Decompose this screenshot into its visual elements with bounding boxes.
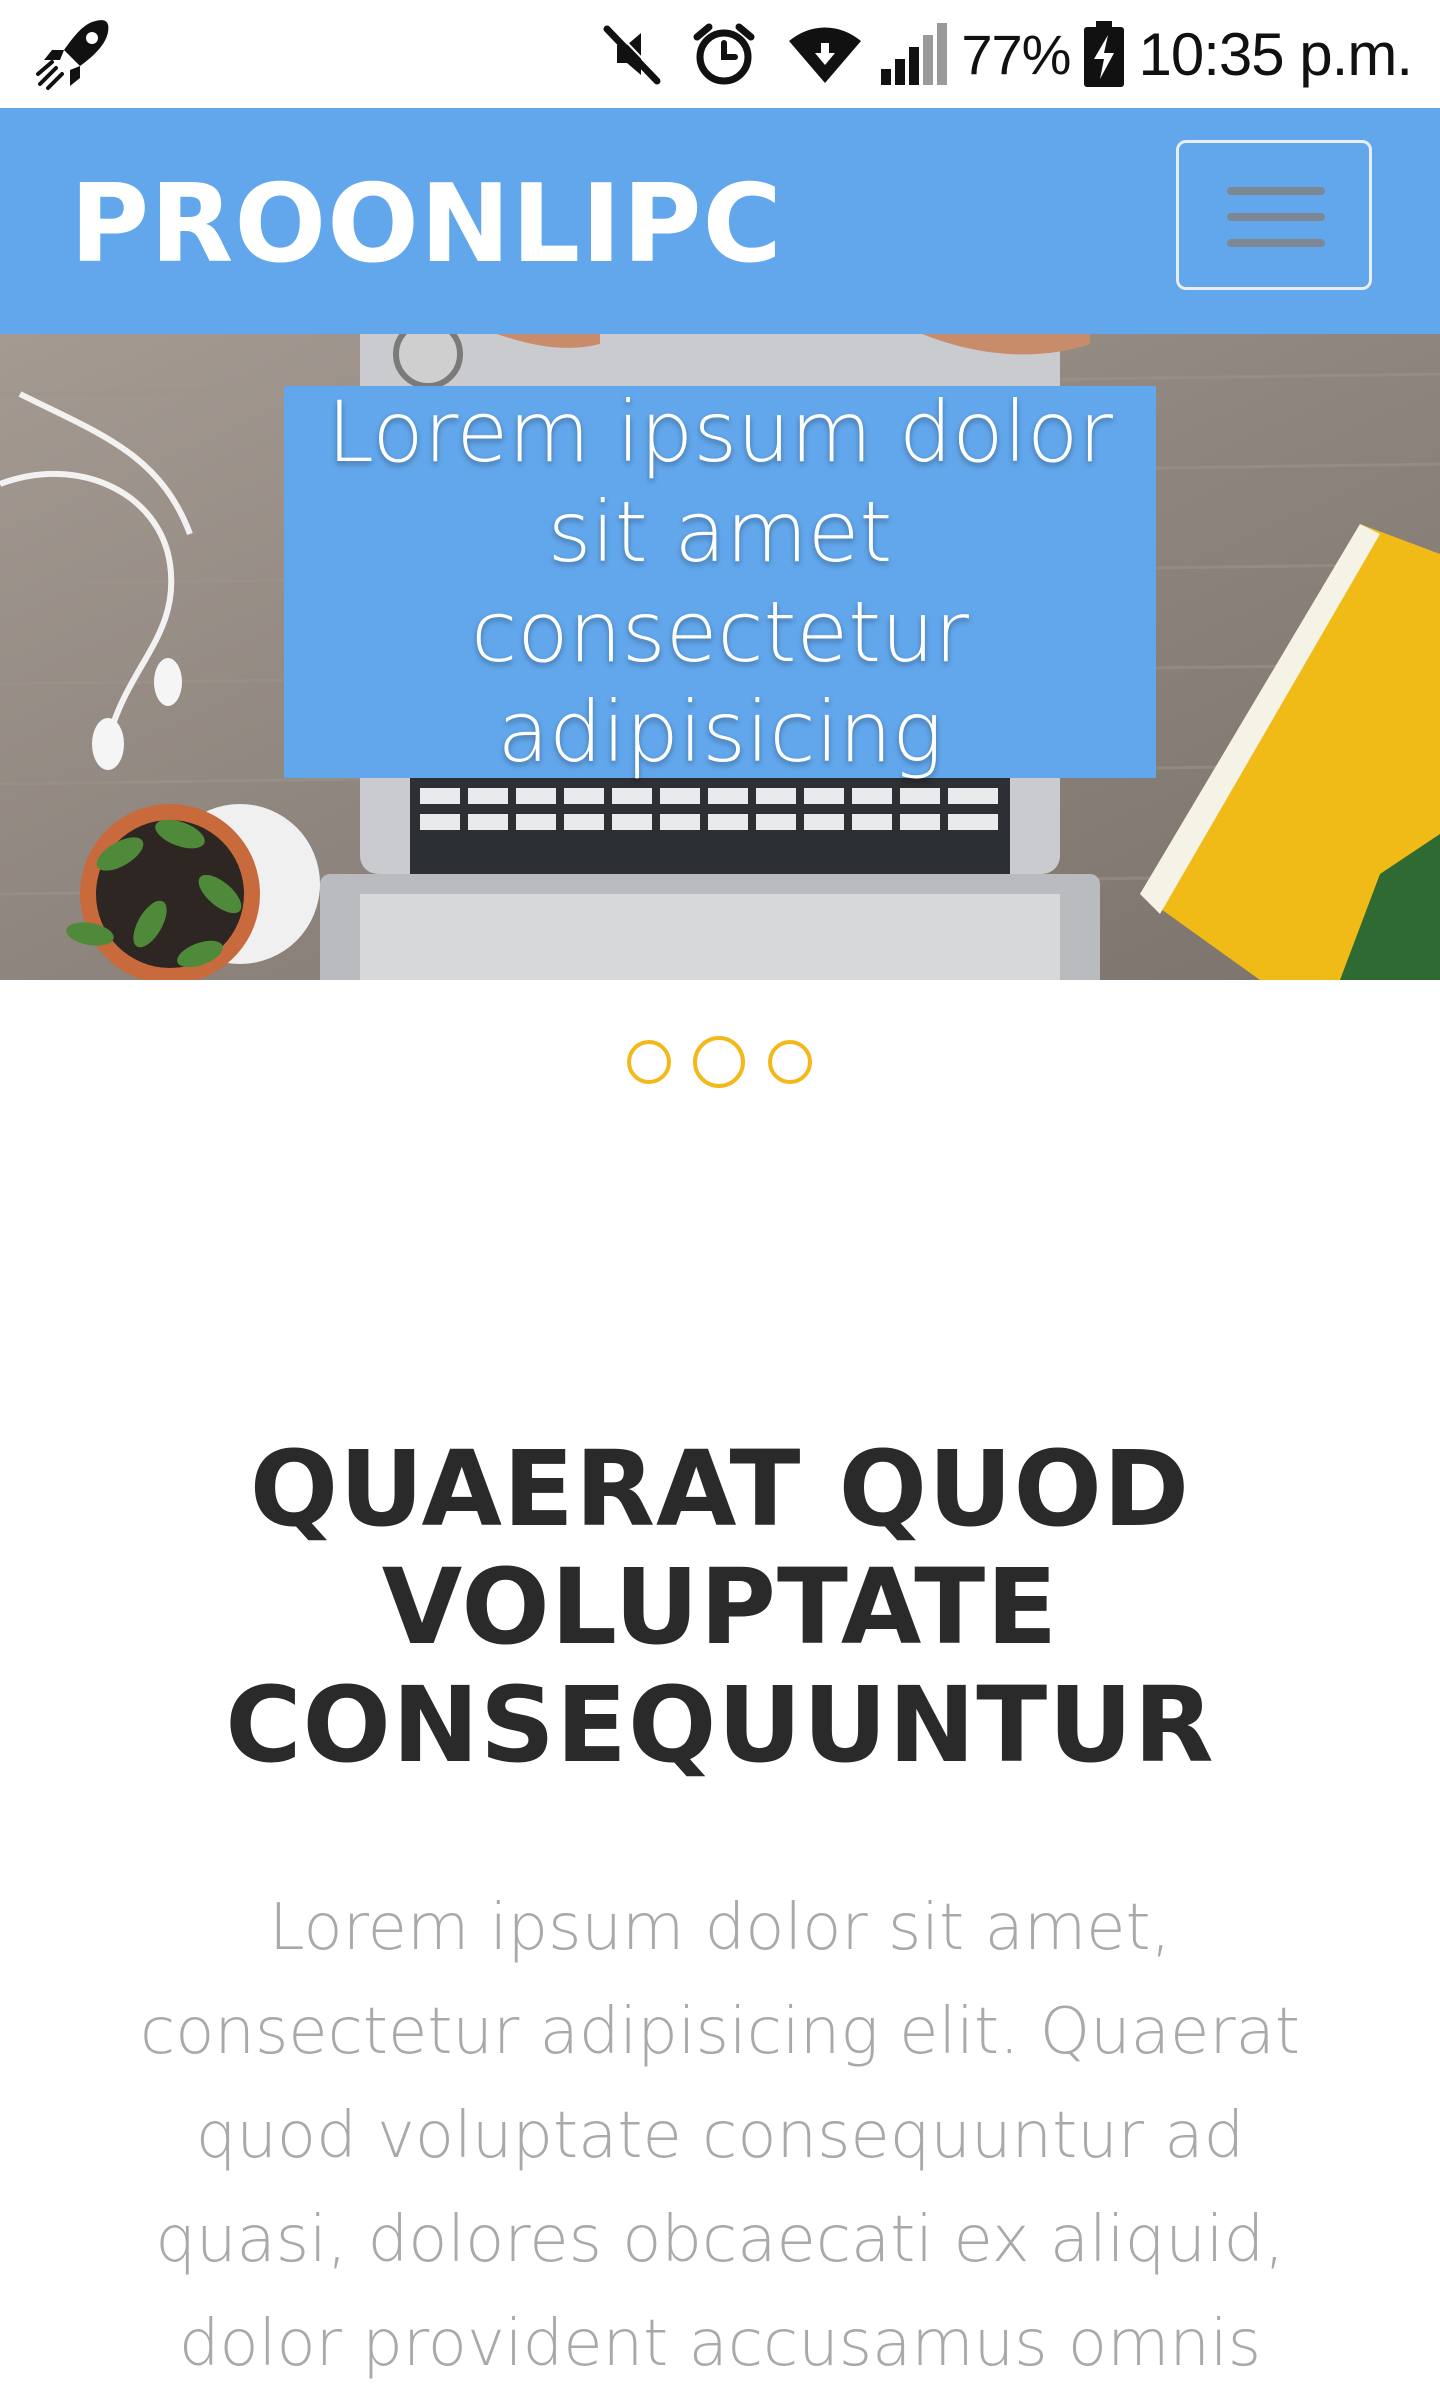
carousel-indicator-2[interactable] [693,1036,745,1088]
mute-icon [597,19,667,89]
carousel-caption: Lorem ipsum dolor sit amet consectetur a… [284,383,1156,781]
brand-logo[interactable]: PROONLIPC [70,170,783,280]
navbar: PROONLIPC [0,108,1440,334]
section-body-text: Lorem ipsum dolor sit amet, consectetur … [140,1891,1300,2381]
battery-charging-icon [1082,19,1126,89]
section-heading: QUAERAT QUOD VOLUPTATE CONSEQUUNTUR [225,1428,1215,1786]
status-bar: 77% 10:35 p.m. [0,0,1440,108]
menu-toggle-button[interactable] [1176,140,1372,290]
alarm-icon [689,19,759,89]
wifi-icon [785,19,865,89]
carousel-indicator-3[interactable] [768,1040,812,1084]
carousel-indicators [0,1034,1440,1094]
battery-percentage: 77% [961,22,1071,86]
hero-carousel[interactable]: Lorem ipsum dolor sit amet consectetur a… [0,334,1440,980]
rocket-icon [34,16,114,92]
carousel-indicator-1[interactable] [627,1040,671,1084]
carousel-caption-text: Lorem ipsum dolor sit amet consectetur a… [327,383,1113,781]
signal-icon [879,19,951,89]
status-time: 10:35 p.m. [1138,20,1413,88]
